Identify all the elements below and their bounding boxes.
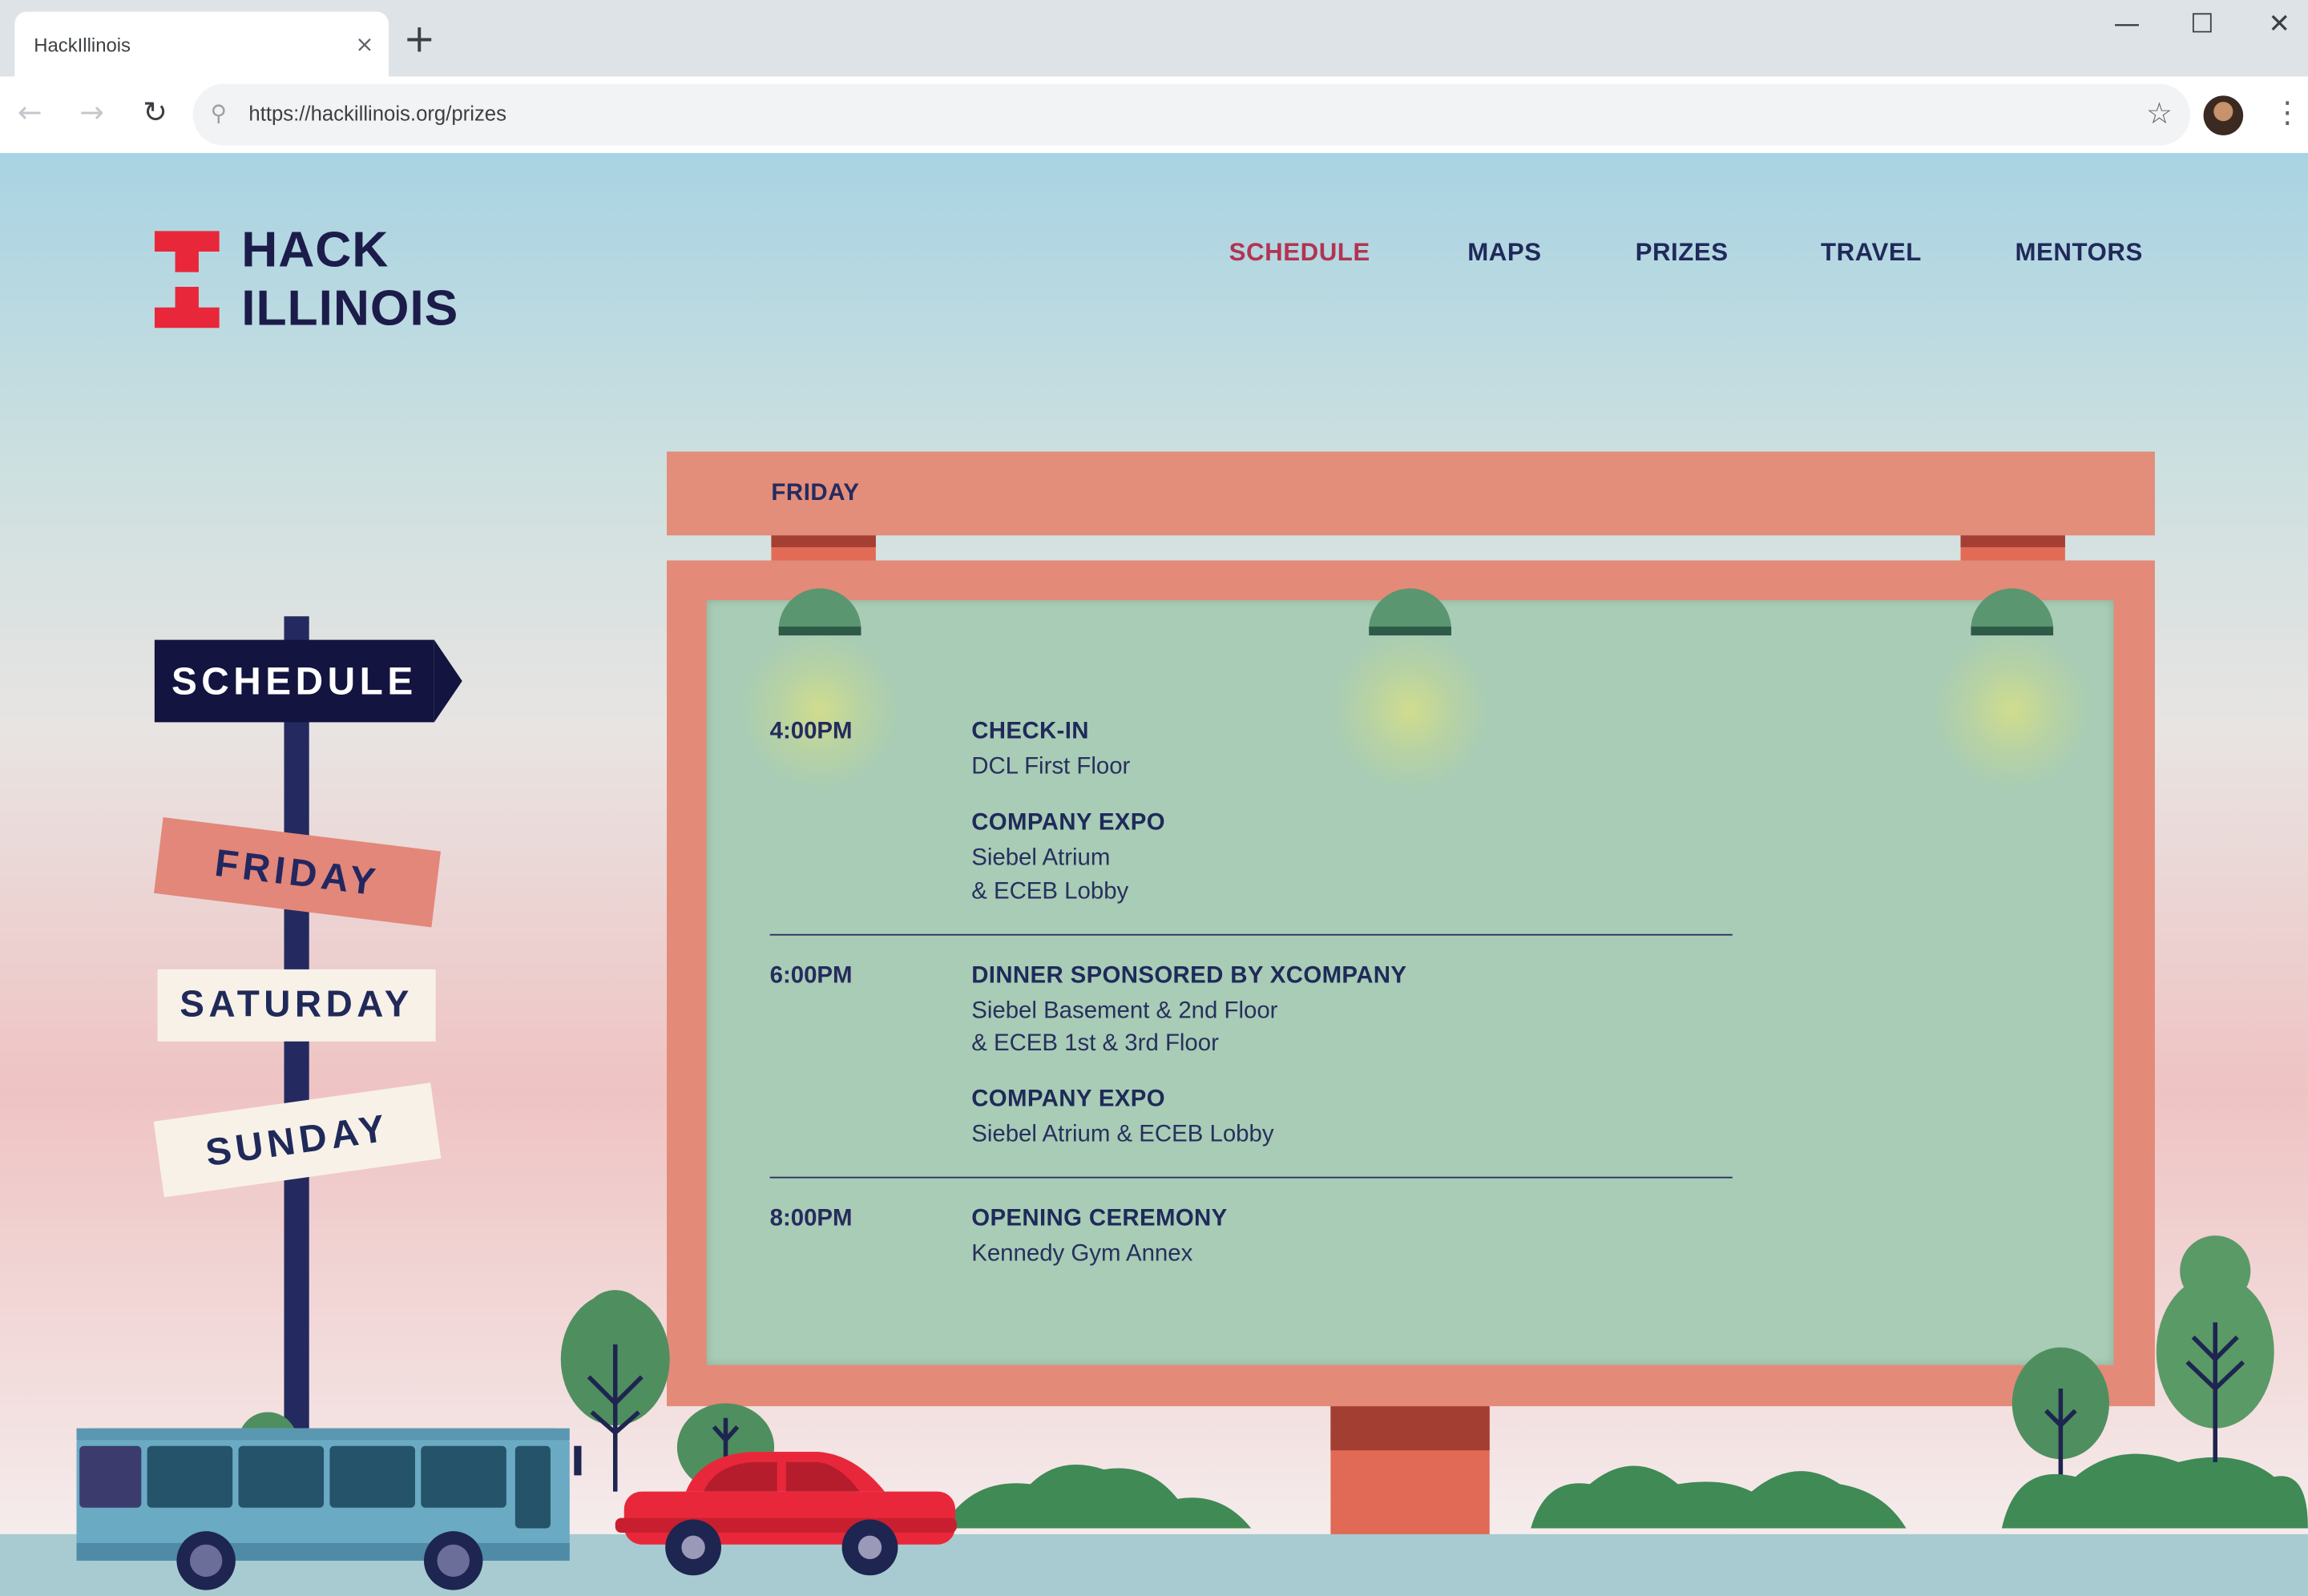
- maximize-button[interactable]: ☐: [2190, 9, 2214, 40]
- event-title: CHECK-IN: [971, 719, 1089, 744]
- nav-travel[interactable]: TRAVEL: [1821, 238, 1922, 268]
- event-title: COMPANY EXPO: [971, 1086, 1165, 1112]
- bush-icon: [2001, 1453, 2308, 1529]
- slot-time: 4:00PM: [769, 719, 853, 744]
- tab-title: HackIllinois: [34, 34, 131, 56]
- forward-arrow-icon[interactable]: →: [79, 94, 104, 129]
- event-title: COMPANY EXPO: [971, 810, 1165, 836]
- car-icon: [615, 1452, 957, 1576]
- slot-time: 6:00PM: [769, 963, 853, 989]
- billboard-bracket: [1960, 535, 2065, 562]
- lamp-icon: [778, 588, 861, 636]
- lamp-glow: [739, 629, 902, 792]
- close-window-button[interactable]: ✕: [2268, 9, 2290, 40]
- reload-icon[interactable]: ↻: [143, 94, 167, 129]
- saturday-sign-button[interactable]: SATURDAY: [157, 969, 436, 1042]
- billboard-day-label: FRIDAY: [771, 481, 860, 506]
- page-content: HACK ILLINOIS SCHEDULE MAPS PRIZES TRAVE…: [0, 152, 2308, 1596]
- event-location: Siebel Atrium: [971, 845, 1111, 871]
- billboard-bracket: [771, 535, 876, 562]
- event-location: & ECEB Lobby: [971, 879, 1129, 905]
- browser-toolbar: ← → ↻ ⚲ https://hackillinois.org/prizes …: [0, 76, 2308, 155]
- minimize-button[interactable]: —: [2114, 9, 2141, 40]
- bush-icon: [942, 1464, 1252, 1529]
- profile-avatar[interactable]: [2203, 95, 2244, 135]
- event-title: DINNER SPONSORED BY XCOMPANY: [971, 963, 1407, 989]
- lamp-glow: [1931, 629, 2093, 792]
- event-location: Siebel Basement & 2nd Floor: [971, 998, 1278, 1024]
- address-bar[interactable]: ⚲ https://hackillinois.org/prizes ☆: [192, 83, 2191, 146]
- logo-wordmark[interactable]: HACK ILLINOIS: [241, 220, 458, 338]
- lamp-icon: [1971, 588, 2054, 636]
- lamp-glow: [1329, 629, 1491, 792]
- lamp-icon: [1369, 588, 1451, 636]
- friday-sign-button[interactable]: FRIDAY: [154, 817, 442, 928]
- kebab-menu-icon[interactable]: ⋮: [2273, 94, 2302, 129]
- browser-tab[interactable]: HackIllinois ×: [14, 11, 389, 77]
- hackillinois-logo-icon[interactable]: [154, 231, 222, 328]
- nav-maps[interactable]: MAPS: [1467, 238, 1541, 268]
- tab-close-icon[interactable]: ×: [355, 31, 373, 58]
- logo-line-2: ILLINOIS: [241, 280, 459, 337]
- slot-divider: [769, 1176, 1733, 1179]
- new-tab-button[interactable]: +: [403, 21, 435, 59]
- url-text[interactable]: https://hackillinois.org/prizes: [248, 102, 506, 125]
- star-icon[interactable]: ☆: [2146, 95, 2173, 131]
- search-icon: ⚲: [210, 99, 227, 127]
- event-location: & ECEB 1st & 3rd Floor: [971, 1030, 1219, 1057]
- nav-prizes[interactable]: PRIZES: [1636, 238, 1729, 268]
- event-location: Siebel Atrium & ECEB Lobby: [971, 1122, 1274, 1148]
- bus-icon: [76, 1428, 582, 1590]
- nav-mentors[interactable]: MENTORS: [2015, 238, 2142, 268]
- browser-tab-strip: HackIllinois × + — ☐ ✕: [0, 0, 2308, 77]
- back-arrow-icon[interactable]: ←: [18, 94, 42, 129]
- logo-line-1: HACK: [241, 222, 389, 278]
- billboard-header: FRIDAY: [667, 451, 2155, 536]
- event-location: DCL First Floor: [971, 754, 1131, 780]
- slot-divider: [769, 933, 1733, 936]
- nav-schedule[interactable]: SCHEDULE: [1229, 238, 1370, 268]
- bush-icon: [1531, 1465, 1907, 1529]
- schedule-sign: SCHEDULE: [154, 639, 462, 723]
